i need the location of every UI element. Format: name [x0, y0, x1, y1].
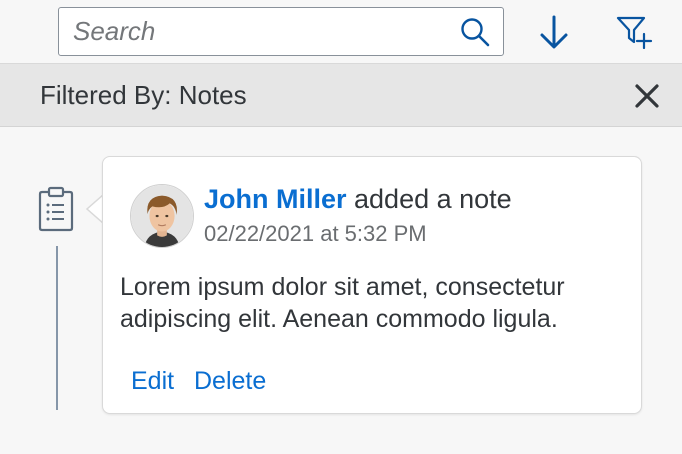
sort-descending-icon[interactable]	[537, 14, 571, 50]
clipboard-note-icon	[38, 186, 74, 232]
search-input[interactable]	[73, 8, 443, 54]
timeline-connector-line	[56, 246, 58, 410]
timeline-note-card: John Miller added a note 02/22/2021 at 5…	[102, 156, 642, 414]
filter-info-bar: Filtered By: Notes	[0, 63, 682, 127]
note-action-text: added a note	[346, 184, 512, 214]
search-field[interactable]	[58, 7, 504, 56]
edit-link[interactable]: Edit	[131, 367, 174, 396]
filter-status-text: Filtered By: Notes	[40, 80, 247, 110]
close-icon[interactable]	[634, 83, 660, 109]
note-timestamp: 02/22/2021 at 5:32 PM	[204, 221, 427, 246]
search-icon[interactable]	[460, 17, 490, 47]
note-header: John Miller added a note	[204, 184, 512, 215]
avatar[interactable]	[130, 184, 194, 248]
user-photo	[131, 185, 193, 247]
author-link[interactable]: John Miller	[204, 184, 347, 214]
toolbar	[0, 0, 682, 63]
note-body-text: Lorem ipsum dolor sit amet, consectetur …	[120, 273, 565, 333]
add-filter-icon[interactable]	[615, 15, 653, 49]
delete-link[interactable]: Delete	[194, 367, 266, 396]
